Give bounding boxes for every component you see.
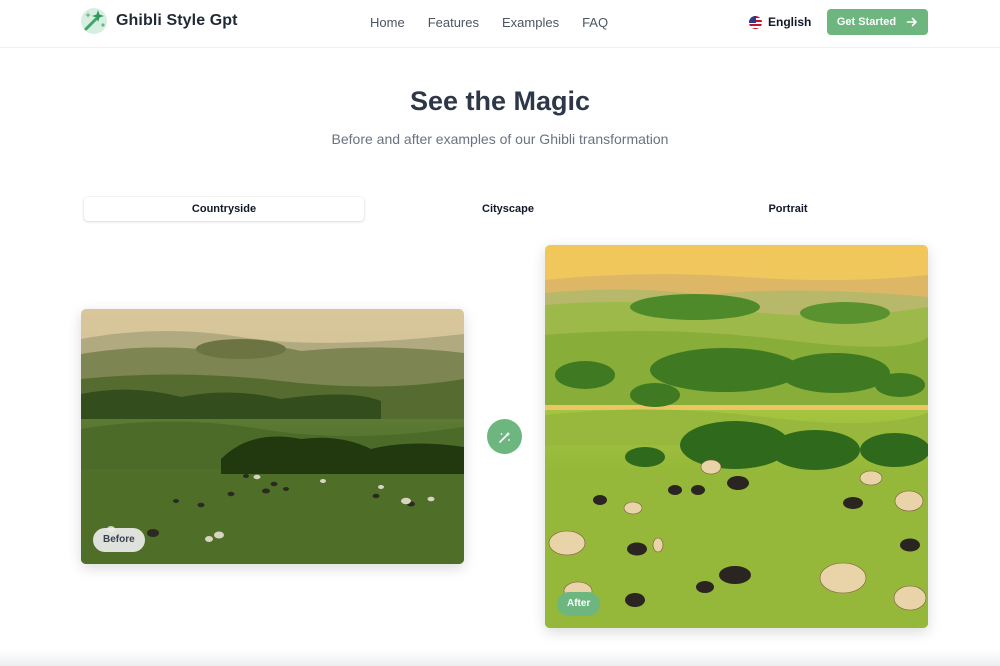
before-label: Before	[93, 528, 145, 552]
transform-button[interactable]	[487, 419, 522, 454]
us-flag-icon	[749, 15, 762, 29]
before-image: Before	[81, 309, 464, 564]
brand-logo[interactable]: Ghibli Style Gpt	[80, 7, 238, 35]
tab-portrait[interactable]: Portrait	[648, 195, 928, 223]
magic-wand-icon	[498, 431, 510, 443]
nav-faq[interactable]: FAQ	[582, 15, 608, 30]
nav-home[interactable]: Home	[370, 15, 405, 30]
main-nav: Home Features Examples FAQ	[370, 15, 631, 30]
language-label: English	[768, 15, 812, 29]
tab-countryside[interactable]: Countryside	[84, 197, 364, 221]
language-selector[interactable]: English	[749, 15, 811, 29]
get-started-button[interactable]: Get Started	[827, 9, 928, 35]
brand-name: Ghibli Style Gpt	[116, 12, 238, 29]
arrow-right-icon	[906, 17, 917, 27]
magic-wand-sparkle-icon	[80, 7, 108, 35]
tab-cityscape[interactable]: Cityscape	[368, 195, 648, 223]
after-label: After	[557, 592, 601, 616]
nav-features[interactable]: Features	[428, 15, 479, 30]
section-subtitle: Before and after examples of our Ghibli …	[331, 131, 669, 147]
site-header: Ghibli Style Gpt Home Features Examples …	[0, 0, 1000, 48]
section-title: See the Magic	[409, 86, 591, 116]
get-started-label: Get Started	[836, 16, 897, 28]
nav-examples[interactable]: Examples	[502, 15, 559, 30]
example-tabs: Countryside Cityscape Portrait	[80, 195, 928, 223]
after-image: After	[545, 245, 928, 628]
page-bottom-fade	[0, 650, 1000, 666]
